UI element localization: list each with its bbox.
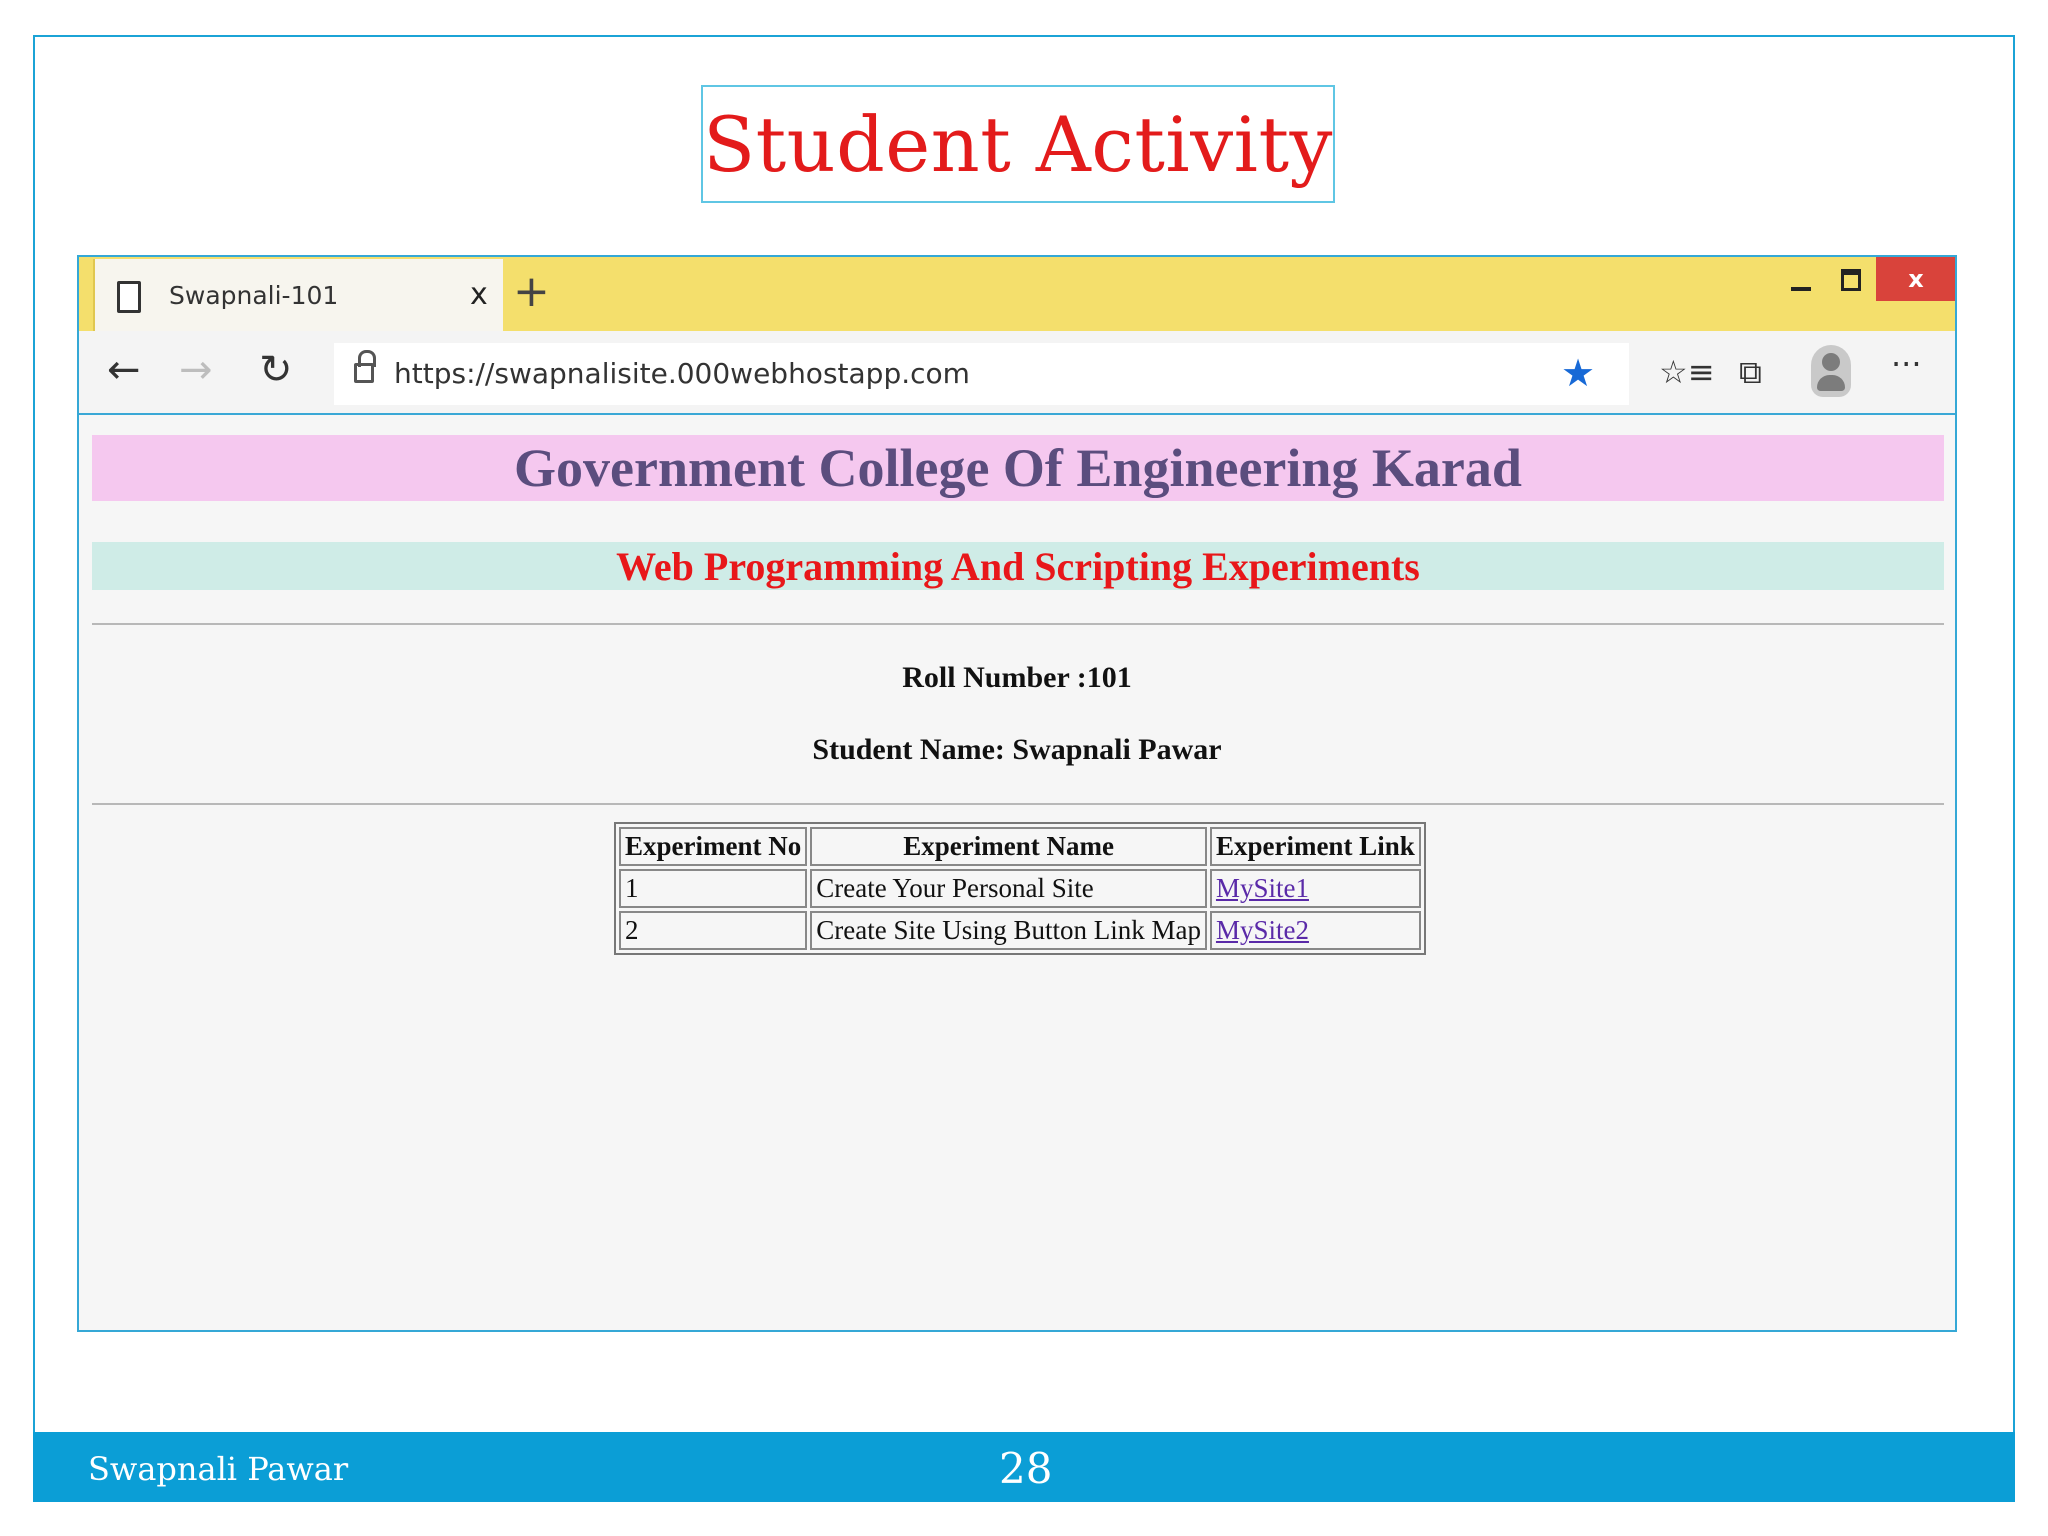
header-experiment-name: Experiment Name xyxy=(810,827,1207,866)
slide-title-box: Student Activity xyxy=(701,85,1335,203)
college-name: Government College Of Engineering Karad xyxy=(514,438,1522,498)
cell-experiment-no: 2 xyxy=(619,911,808,950)
experiments-table: Experiment No Experiment Name Experiment… xyxy=(614,822,1426,955)
table-header-row: Experiment No Experiment Name Experiment… xyxy=(619,827,1421,866)
divider xyxy=(92,803,1944,805)
table-row: 1 Create Your Personal Site MySite1 xyxy=(619,869,1421,908)
url-text: https://swapnalisite.000webhostapp.com xyxy=(394,357,970,390)
refresh-icon[interactable]: ↻ xyxy=(259,347,293,393)
course-title: Web Programming And Scripting Experiment… xyxy=(616,543,1420,589)
maximize-icon[interactable] xyxy=(1841,269,1861,291)
star-icon[interactable]: ★ xyxy=(1561,351,1595,395)
cell-experiment-name: Create Site Using Button Link Map xyxy=(810,911,1207,950)
tab-close-button[interactable]: x xyxy=(470,277,488,312)
back-arrow-icon[interactable]: ← xyxy=(107,347,141,393)
browser-window: Swapnali-101 x + x ← → ↻ https://swapnal… xyxy=(77,255,1957,1332)
forward-arrow-icon[interactable]: → xyxy=(179,347,213,393)
tab-title: Swapnali-101 xyxy=(169,281,339,310)
window-close-button[interactable]: x xyxy=(1876,257,1955,301)
college-banner: Government College Of Engineering Karad xyxy=(92,435,1944,501)
mysite2-link[interactable]: MySite2 xyxy=(1216,915,1309,945)
course-banner: Web Programming And Scripting Experiment… xyxy=(92,542,1944,590)
profile-avatar-icon[interactable] xyxy=(1811,345,1851,397)
student-name: Student Name: Swapnali Pawar xyxy=(812,733,1222,766)
tab-bar: Swapnali-101 x + x xyxy=(79,257,1955,331)
header-experiment-no: Experiment No xyxy=(619,827,808,866)
cell-experiment-name: Create Your Personal Site xyxy=(810,869,1207,908)
roll-number: Roll Number :101 xyxy=(902,661,1132,694)
page-icon xyxy=(117,281,141,313)
browser-tab[interactable]: Swapnali-101 x xyxy=(93,259,503,331)
new-tab-button[interactable]: + xyxy=(513,267,550,317)
lock-icon xyxy=(354,350,376,383)
footer-author: Swapnali Pawar xyxy=(88,1450,349,1488)
table-row: 2 Create Site Using Button Link Map MySi… xyxy=(619,911,1421,950)
cell-experiment-link: MySite2 xyxy=(1209,911,1421,950)
collections-icon[interactable]: ⧉ xyxy=(1739,353,1762,392)
slide-footer: Swapnali Pawar 28 xyxy=(33,1432,2015,1502)
web-page-content: Government College Of Engineering Karad … xyxy=(79,417,1955,1330)
more-options-icon[interactable]: ··· xyxy=(1891,345,1922,383)
minimize-icon[interactable] xyxy=(1791,287,1811,291)
header-experiment-link: Experiment Link xyxy=(1209,827,1421,866)
address-bar: ← → ↻ https://swapnalisite.000webhostapp… xyxy=(79,331,1955,415)
divider xyxy=(92,623,1944,625)
slide-title: Student Activity xyxy=(703,99,1333,189)
favorites-list-icon[interactable]: ☆≡ xyxy=(1659,353,1715,391)
page-number: 28 xyxy=(999,1444,1053,1493)
cell-experiment-no: 1 xyxy=(619,869,808,908)
cell-experiment-link: MySite1 xyxy=(1209,869,1421,908)
url-field[interactable]: https://swapnalisite.000webhostapp.com ★ xyxy=(334,343,1629,405)
mysite1-link[interactable]: MySite1 xyxy=(1216,873,1309,903)
